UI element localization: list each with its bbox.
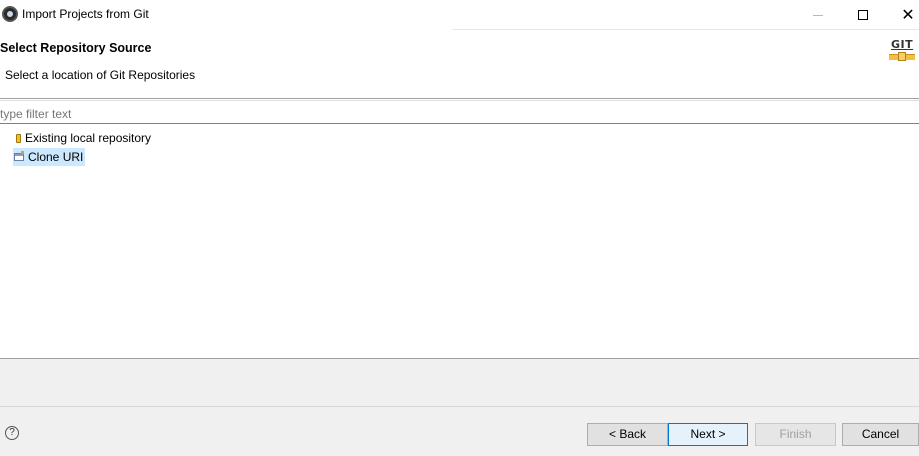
page-description: Select a location of Git Repositories: [5, 68, 196, 82]
tree-item-clone-uri[interactable]: Clone URI: [13, 148, 86, 166]
tree-item-existing-local-repository[interactable]: Existing local repository: [13, 129, 153, 147]
minimize-button[interactable]: [795, 0, 841, 30]
git-logo-node: [898, 52, 906, 61]
tree-item-label: Existing local repository: [25, 131, 152, 145]
window-title: Import Projects from Git: [22, 7, 149, 21]
header-divider: [0, 98, 919, 99]
repository-icon: [16, 133, 21, 143]
header-divider-highlight: [0, 100, 919, 101]
close-button[interactable]: ✕: [885, 0, 919, 30]
message-area: [0, 359, 919, 406]
repository-source-tree[interactable]: Existing local repository Clone URI: [0, 128, 919, 358]
close-icon: ✕: [901, 5, 915, 24]
clone-uri-icon: [14, 151, 24, 161]
filter-input[interactable]: [0, 105, 919, 123]
back-button[interactable]: < Back: [587, 423, 668, 446]
help-icon[interactable]: ?: [5, 426, 19, 440]
cancel-button[interactable]: Cancel: [842, 423, 919, 446]
git-logo-text: GIT: [891, 38, 914, 51]
finish-button[interactable]: Finish: [755, 423, 836, 446]
page-title: Select Repository Source: [0, 41, 152, 55]
tree-item-label: Clone URI: [28, 150, 84, 164]
maximize-button[interactable]: [840, 0, 886, 30]
filter-divider: [0, 123, 919, 124]
wizard-header: Select Repository Source Select a locati…: [0, 30, 919, 98]
eclipse-app-icon: [2, 6, 18, 22]
next-button[interactable]: Next >: [668, 423, 748, 446]
maximize-icon: [858, 10, 868, 20]
minimize-icon: [813, 14, 823, 16]
title-bar: Import Projects from Git ✕: [0, 0, 919, 30]
git-logo-icon: GIT: [886, 38, 919, 66]
button-bar: ? < Back Next > Finish Cancel: [0, 407, 919, 456]
